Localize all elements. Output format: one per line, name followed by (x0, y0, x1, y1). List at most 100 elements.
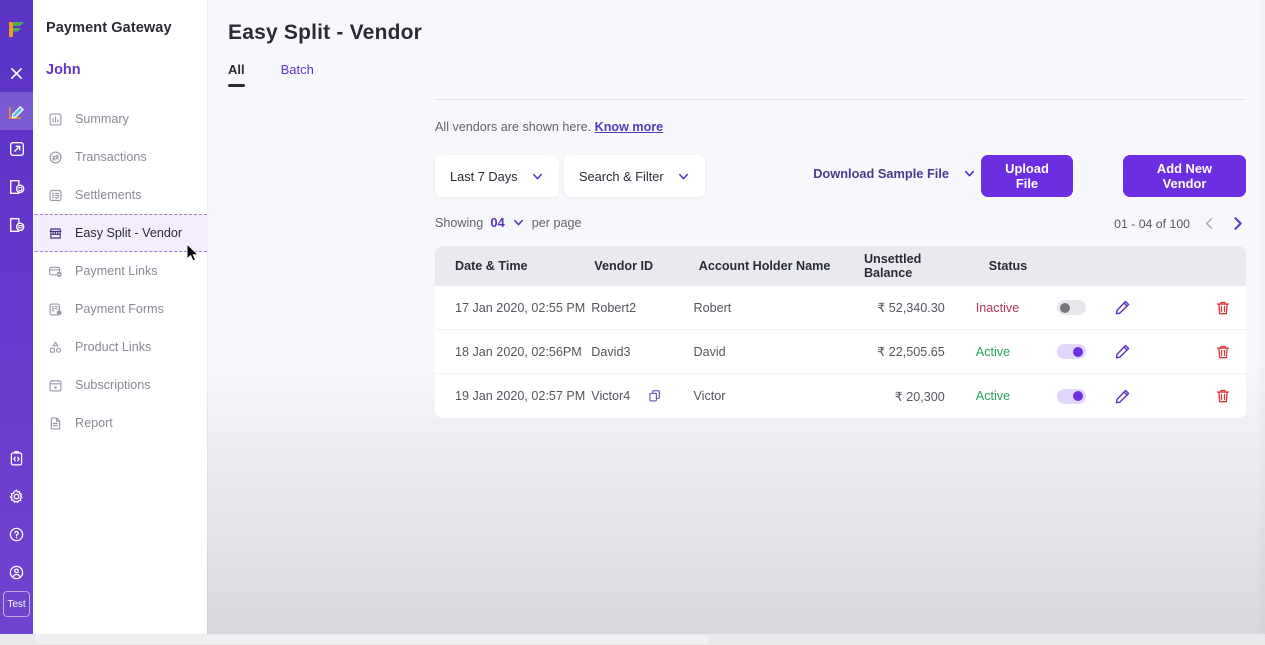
sidebar-title: Payment Gateway (46, 20, 172, 36)
search-filter-label: Search & Filter (579, 168, 664, 184)
status-badge: Active (975, 389, 1011, 403)
report-icon (47, 415, 64, 432)
code-clipboard-icon[interactable] (0, 439, 33, 477)
copy-icon[interactable] (648, 389, 662, 403)
sidebar-item-summary[interactable]: Summary (33, 100, 207, 138)
sidebar-item-label: Summary (75, 112, 129, 126)
cell-status-toggle (1030, 300, 1113, 315)
cell-status-toggle (1030, 388, 1113, 404)
column-header-status: Status (988, 259, 1028, 273)
sidebar-item-report[interactable]: Report (33, 404, 207, 442)
status-toggle[interactable] (1057, 388, 1087, 404)
pagination-prev-button[interactable] (1202, 216, 1217, 231)
cell-vendor-id: Robert2 (591, 301, 693, 315)
cell-account-holder-name: Victor (693, 389, 726, 403)
date-range-label: Last 7 Days (450, 168, 518, 184)
page-subtext-text: All vendors are shown here. (435, 120, 592, 134)
gear-icon[interactable] (0, 477, 33, 515)
cell-date-time: 19 Jan 2020, 02:57 PM (455, 389, 586, 403)
test-mode-badge[interactable]: Test (3, 591, 30, 617)
column-header-account-holder-name: Account Holder Name (698, 259, 831, 273)
table-row[interactable]: 17 Jan 2020, 02:55 PM Robert2 Robert ₹ 5… (435, 286, 1246, 330)
vendor-id-text: Robert2 (591, 300, 637, 315)
storefront-icon (47, 225, 64, 242)
sidebar-item-payment-links[interactable]: Payment Links (33, 252, 207, 290)
cell-unsettled-balance: ₹ 20,300 (894, 389, 945, 404)
tab-batch[interactable]: Batch (281, 62, 314, 86)
edit-icon[interactable] (1114, 299, 1131, 316)
know-more-link[interactable]: Know more (595, 120, 664, 134)
horizontal-scrollbar[interactable] (0, 634, 1265, 645)
close-icon[interactable] (0, 54, 33, 92)
add-new-vendor-button[interactable]: Add New Vendor (1123, 155, 1246, 197)
status-toggle[interactable] (1057, 300, 1087, 315)
cell-edit (1114, 299, 1201, 316)
sidebar-item-subscriptions[interactable]: Subscriptions (33, 366, 207, 404)
column-header-date-time: Date & Time (455, 259, 528, 273)
per-page-selector[interactable]: Showing 04 per page (435, 215, 582, 230)
sidebar-item-product-links[interactable]: Product Links (33, 328, 207, 366)
cell-vendor-id: David3 (591, 345, 693, 359)
calendar-icon (47, 377, 64, 394)
tab-all[interactable]: All (228, 62, 245, 87)
delete-icon[interactable] (1215, 300, 1231, 316)
bar-chart-icon (47, 111, 64, 128)
table-row[interactable]: 18 Jan 2020, 02:56PM David3 David ₹ 22,5… (435, 330, 1246, 374)
per-page-label: per page (531, 215, 582, 230)
cell-unsettled-balance: ₹ 22,505.65 (877, 345, 945, 359)
tab-bar: All Batch (228, 62, 1265, 87)
icon-rail: Test (0, 0, 33, 645)
account-circle-icon[interactable] (0, 553, 33, 591)
search-filter-dropdown[interactable]: Search & Filter (564, 155, 705, 197)
sidebar-item-transactions[interactable]: Transactions (33, 138, 207, 176)
cell-delete (1201, 388, 1246, 404)
app-logo[interactable] (6, 18, 28, 40)
edit-icon[interactable] (1114, 343, 1131, 360)
toggle-knob (1073, 391, 1084, 401)
cell-edit (1114, 388, 1201, 405)
delete-icon[interactable] (1215, 388, 1231, 404)
payment-forms-icon (47, 301, 64, 318)
scrollbar-thumb[interactable] (35, 635, 710, 644)
toggle-knob (1060, 302, 1071, 313)
pagination: 01 - 04 of 100 (1114, 215, 1246, 232)
status-badge: Active (975, 344, 1011, 359)
delete-icon[interactable] (1215, 344, 1231, 360)
page-subtext: All vendors are shown here. Know more (435, 120, 663, 134)
help-circle-icon[interactable] (0, 515, 33, 553)
cell-date-time: 17 Jan 2020, 02:55 PM (455, 300, 586, 315)
date-range-dropdown[interactable]: Last 7 Days (435, 155, 559, 197)
sidebar: Payment Gateway John Summary Transaction… (0, 0, 207, 645)
cell-delete (1201, 300, 1246, 316)
chevron-down-icon (677, 170, 690, 183)
sidebar-item-settlements[interactable]: Settlements (33, 176, 207, 214)
cell-unsettled-balance: ₹ 52,340.30 (877, 301, 945, 315)
app-window: Test Payment Gateway John Summary Transa… (0, 0, 1265, 645)
sidebar-item-label: Payment Forms (75, 302, 164, 316)
pagination-next-button[interactable] (1229, 215, 1246, 232)
download-sample-file-dropdown[interactable]: Download Sample File (813, 166, 976, 181)
cell-edit (1114, 343, 1201, 360)
document-page-icon[interactable] (0, 206, 33, 244)
status-toggle[interactable] (1057, 344, 1087, 359)
toggle-knob (1073, 346, 1084, 357)
edit-pencil-icon[interactable] (0, 92, 33, 130)
sidebar-item-payment-forms[interactable]: Payment Forms (33, 290, 207, 328)
sidebar-item-label: Settlements (75, 188, 142, 202)
chevron-down-icon (963, 167, 976, 180)
sidebar-item-label: Subscriptions (75, 378, 151, 392)
cell-status-toggle (1030, 344, 1113, 359)
sidebar-item-label: Easy Split - Vendor (75, 226, 183, 240)
page-title: Easy Split - Vendor (228, 21, 423, 44)
cell-account-holder-name: Robert (693, 300, 732, 315)
table-header-row: Date & Time Vendor ID Account Holder Nam… (435, 246, 1246, 286)
upload-file-button[interactable]: Upload File (981, 155, 1073, 197)
refresh-page-icon[interactable] (0, 168, 33, 206)
table-row[interactable]: 19 Jan 2020, 02:57 PM Victor4 Victor ₹ 2… (435, 374, 1246, 418)
edit-icon[interactable] (1114, 388, 1131, 405)
sidebar-user-name[interactable]: John (33, 36, 207, 78)
chevron-down-icon[interactable] (512, 216, 525, 229)
payment-links-icon (47, 263, 64, 280)
external-link-icon[interactable] (0, 130, 33, 168)
sidebar-item-label: Report (75, 416, 113, 430)
